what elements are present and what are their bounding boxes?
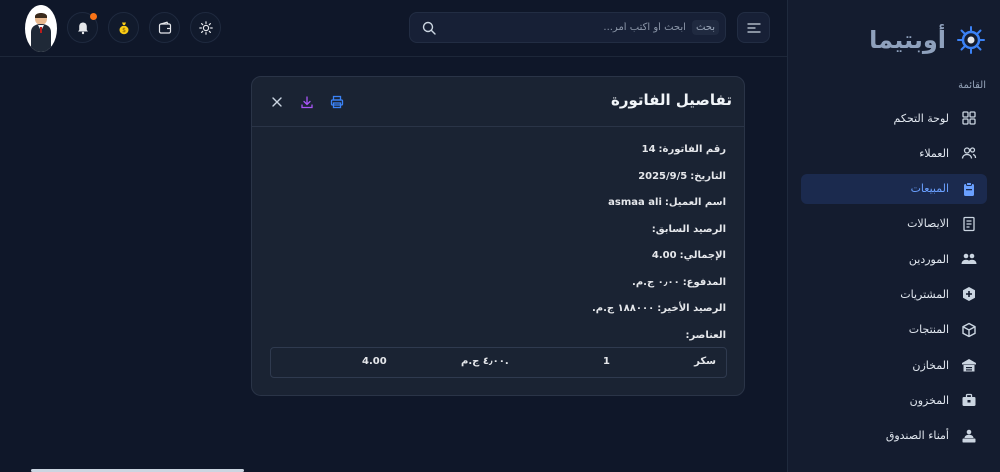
field-previous-balance: الرصيد السابق: <box>266 224 726 251</box>
users-icon <box>961 147 977 159</box>
avatar[interactable] <box>25 5 57 52</box>
field-label: رقم الفاتورة: <box>658 144 726 155</box>
brand-name: أوبتيما <box>869 26 946 54</box>
field-value: ١٨٨٠٠٠ ج.م. <box>591 303 655 314</box>
menu-section-label: القائمة <box>958 80 986 91</box>
sidebar-item-receipts[interactable]: الايصالات <box>801 209 987 239</box>
receipt-icon <box>963 216 975 232</box>
grid-icon <box>962 111 976 125</box>
sidebar-item-label: المشتريات <box>900 287 949 301</box>
item-total: 4.00 <box>362 356 387 367</box>
sidebar-item-label: الايصالات <box>907 217 949 231</box>
top-bar: بحث $ <box>0 0 787 57</box>
field-value: asmaa ali <box>608 197 662 208</box>
sidebar-item-label: المخزون <box>909 393 949 407</box>
modal-header: تفاصيل الفاتورة <box>252 77 744 127</box>
sun-icon <box>198 20 213 35</box>
field-value: 4.00 <box>651 250 677 261</box>
item-name: سكر <box>694 356 716 367</box>
bell-icon <box>77 22 88 34</box>
invoice-details-modal: تفاصيل الفاتورة رقم الفاتورة: 14 التاريخ… <box>251 76 745 396</box>
theme-toggle-button[interactable] <box>190 12 221 43</box>
field-label: الإجمالي: <box>679 250 726 261</box>
field-customer-name: اسم العميل: asmaa ali <box>266 197 726 224</box>
sidebar-item-label: المنتجات <box>908 323 949 337</box>
sidebar-item-label: لوحة التحكم <box>893 111 949 125</box>
modal-title: تفاصيل الفاتورة <box>610 91 732 109</box>
sidebar-item-purchases[interactable]: المشتريات <box>801 279 987 309</box>
money-bag-icon: $ <box>119 22 128 34</box>
field-final-balance: الرصيد الأخير: ١٨٨٠٠٠ ج.م. <box>266 303 726 330</box>
field-total: الإجمالي: 4.00 <box>266 250 726 277</box>
svg-text:$: $ <box>122 27 126 34</box>
sidebar-item-dashboard[interactable]: لوحة التحكم <box>801 103 987 133</box>
wallet-button[interactable] <box>149 12 180 43</box>
sidebar-toggle-button[interactable] <box>737 12 770 43</box>
print-button[interactable] <box>329 94 345 110</box>
user-avatar-icon <box>31 13 51 52</box>
shield-box-icon <box>963 287 975 302</box>
coins-button[interactable]: $ <box>108 12 139 43</box>
printer-icon <box>330 95 344 109</box>
sidebar-item-cashiers[interactable]: أمناء الصندوق <box>801 421 987 451</box>
sidebar-nav: لوحة التحكم العملاء المبيعات الايصالات ا… <box>801 103 987 456</box>
sidebar-item-sales[interactable]: المبيعات <box>801 173 987 204</box>
toolbox-icon <box>962 394 976 407</box>
people-group-icon <box>961 253 977 265</box>
field-value: 2025/9/5 <box>638 170 688 182</box>
notification-dot <box>90 13 97 20</box>
field-label: المدفوع: <box>682 276 726 288</box>
sidebar-item-warehouses[interactable]: المخازن <box>801 350 987 380</box>
sidebar-item-suppliers[interactable]: الموردين <box>801 244 987 274</box>
sidebar-item-inventory[interactable]: المخزون <box>801 385 987 415</box>
search-tag: بحث <box>691 20 719 35</box>
cashier-icon <box>962 429 976 443</box>
sidebar-item-label: المخازن <box>912 358 949 372</box>
field-value: ٠٫٠٠ ج.م. <box>632 276 680 288</box>
menu-icon <box>746 22 761 33</box>
sidebar-item-label: الموردين <box>908 252 949 266</box>
field-label: العناصر: <box>685 329 726 341</box>
invoice-items-table: سكر 1 ٤٫٠٠ ج.م. 4.00 <box>270 347 727 378</box>
search-icon-wrap <box>416 21 436 35</box>
close-icon <box>272 97 282 107</box>
sidebar: أوبتيما القائمة لوحة التحكم العملاء المب… <box>787 0 1000 472</box>
logo-icon <box>957 26 985 54</box>
sidebar-item-label: أمناء الصندوق <box>885 429 949 443</box>
field-value: 14 <box>641 144 656 155</box>
search-input[interactable] <box>485 22 686 33</box>
cube-icon <box>962 322 976 338</box>
field-label: الرصيد الأخير: <box>657 303 726 314</box>
search-bar[interactable]: بحث <box>409 12 726 43</box>
field-date: التاريخ: 2025/9/5 <box>266 171 726 198</box>
field-invoice-number: رقم الفاتورة: 14 <box>266 144 726 171</box>
field-label: التاريخ: <box>690 170 726 182</box>
field-label: اسم العميل: <box>664 197 726 208</box>
sidebar-item-products[interactable]: المنتجات <box>801 315 987 345</box>
close-button[interactable] <box>269 94 285 110</box>
sidebar-item-customers[interactable]: العملاء <box>801 138 987 168</box>
sidebar-item-label: العملاء <box>919 146 949 160</box>
search-icon <box>422 21 436 35</box>
field-paid: المدفوع: ٠٫٠٠ ج.م. <box>266 277 726 304</box>
field-label: الرصيد السابق: <box>651 223 726 235</box>
clipboard-icon <box>964 181 974 196</box>
download-icon <box>301 96 313 109</box>
item-price: ٤٫٠٠ ج.م. <box>461 356 509 367</box>
warehouse-icon <box>962 359 976 372</box>
wallet-icon <box>158 20 171 34</box>
invoice-fields: رقم الفاتورة: 14 التاريخ: 2025/9/5 اسم ا… <box>266 144 726 356</box>
download-button[interactable] <box>299 94 315 110</box>
sidebar-item-label: المبيعات <box>910 182 949 196</box>
brand[interactable]: أوبتيما <box>869 22 986 58</box>
item-qty: 1 <box>603 356 610 367</box>
